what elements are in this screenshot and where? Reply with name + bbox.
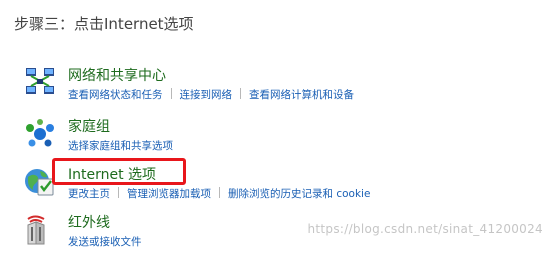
view-network-computers-link[interactable]: 查看网络计算机和设备 <box>249 89 354 101</box>
category-network-sharing: 网络和共享中心 查看网络状态和任务 连接到网络 查看网络计算机和设备 <box>24 64 544 110</box>
link-separator <box>240 88 241 99</box>
homegroup-links: 选择家庭组和共享选项 <box>68 139 173 153</box>
network-sharing-links: 查看网络状态和任务 连接到网络 查看网络计算机和设备 <box>68 88 354 102</box>
link-separator <box>219 187 220 198</box>
internet-options-links: 更改主页 管理浏览器加载项 删除浏览的历史记录和 cookie <box>68 187 370 201</box>
homegroup-title-link[interactable]: 家庭组 <box>68 118 110 136</box>
homegroup-icon <box>26 119 54 147</box>
link-separator <box>118 187 119 198</box>
change-homepage-link[interactable]: 更改主页 <box>68 188 110 200</box>
connect-to-network-link[interactable]: 连接到网络 <box>180 89 233 101</box>
send-receive-files-link[interactable]: 发送或接收文件 <box>68 236 142 248</box>
network-sharing-title-link[interactable]: 网络和共享中心 <box>68 67 166 85</box>
homegroup-sharing-options-link[interactable]: 选择家庭组和共享选项 <box>68 140 173 152</box>
manage-addons-link[interactable]: 管理浏览器加载项 <box>127 188 211 200</box>
infrared-icon <box>27 215 45 245</box>
link-separator <box>170 88 172 99</box>
internet-options-highlight <box>52 158 186 185</box>
network-sharing-icon <box>26 68 54 94</box>
category-homegroup: 家庭组 选择家庭组和共享选项 <box>24 115 544 161</box>
watermark: https://blog.csdn.net/sinat_41200024 <box>307 222 543 236</box>
view-network-status-link[interactable]: 查看网络状态和任务 <box>68 89 163 101</box>
infrared-links: 发送或接收文件 <box>68 235 142 249</box>
infrared-title-link[interactable]: 红外线 <box>68 214 110 232</box>
delete-history-link[interactable]: 删除浏览的历史记录和 cookie <box>228 188 370 200</box>
step-title: 步骤三：点击Internet选项 <box>14 15 194 33</box>
